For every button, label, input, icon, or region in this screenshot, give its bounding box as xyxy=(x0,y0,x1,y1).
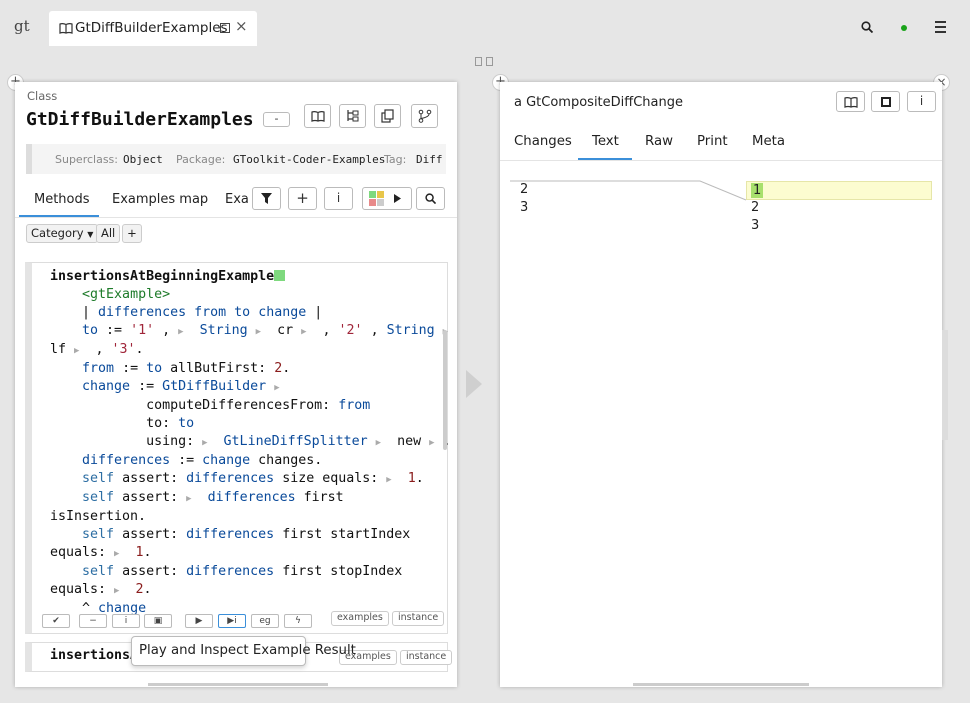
pragma: <gtExample> xyxy=(82,287,171,302)
hierarchy-button[interactable] xyxy=(339,104,366,128)
clipboard-icon: ▣ xyxy=(153,616,163,626)
right-edge-handle[interactable] xyxy=(942,330,948,440)
diff-left-line: 2 xyxy=(520,182,529,197)
play-inspect-icon: ▶i xyxy=(227,616,237,626)
inspector-info-button[interactable]: i xyxy=(907,91,936,112)
run-examples-button[interactable] xyxy=(362,187,412,210)
examples-status-icon xyxy=(369,191,401,206)
tab-meta[interactable]: Meta xyxy=(752,134,785,149)
gt-logo[interactable]: gt xyxy=(14,17,30,35)
info-button[interactable]: i xyxy=(324,187,353,210)
example-status-icon xyxy=(274,270,286,281)
method-selector: insertionsAtBeginningExample xyxy=(50,269,275,284)
discard-button[interactable]: − xyxy=(79,614,107,628)
inspector-title: a GtCompositeDiffChange xyxy=(514,95,683,110)
method-selector-2: insertionsA xyxy=(50,648,139,663)
diff-left-line: 3 xyxy=(520,200,529,215)
tab-methods[interactable]: Methods xyxy=(34,192,90,207)
search-icon xyxy=(425,193,437,205)
hierarchy-icon xyxy=(346,110,358,122)
tab-examples-map[interactable]: Examples map xyxy=(112,192,208,207)
book-icon xyxy=(310,111,325,122)
dropdown-arrow-icon: ▼ xyxy=(87,230,94,239)
tag-key: Tag: xyxy=(384,153,407,166)
left-horizontal-scrollbar[interactable] xyxy=(148,683,328,686)
tag-value[interactable]: Diff xyxy=(416,153,443,166)
tab-text[interactable]: Text xyxy=(592,134,619,149)
book-icon xyxy=(843,97,858,108)
hamburger-menu-icon[interactable] xyxy=(935,21,946,33)
category-label: Category xyxy=(31,226,84,240)
tab-examples[interactable]: Exa xyxy=(225,192,251,207)
play-inspect-button[interactable]: ▶i xyxy=(218,614,246,628)
lightning-icon: ϟ xyxy=(295,616,301,626)
book-icon xyxy=(59,23,73,34)
diff-inserted-line: 1 xyxy=(746,181,932,200)
close-icon[interactable]: × xyxy=(235,17,248,35)
copy-button[interactable] xyxy=(374,104,401,128)
category-dropdown[interactable]: Category ▼ xyxy=(26,224,99,243)
clipboard-button[interactable]: ▣ xyxy=(144,614,172,628)
method-source[interactable]: insertionsAtBeginningExample <gtExample>… xyxy=(50,268,451,618)
git-button[interactable] xyxy=(411,104,438,128)
tab-print[interactable]: Print xyxy=(697,134,728,149)
instance-button[interactable]: instance xyxy=(392,611,445,626)
top-bar: gt GtDiffBuilderExamples × xyxy=(0,0,970,46)
filter-button[interactable] xyxy=(252,187,281,210)
collapse-button[interactable]: - xyxy=(263,112,290,127)
class-meta-row: Superclass: Object Package: GToolkit-Cod… xyxy=(26,144,446,174)
tab-raw[interactable]: Raw xyxy=(645,134,673,149)
inspector-maximize-button[interactable] xyxy=(871,91,900,112)
package-key: Package: xyxy=(176,153,226,166)
method-coder[interactable]: insertionsAtBeginningExample <gtExample>… xyxy=(25,262,451,634)
diff-connector xyxy=(510,180,747,201)
tab-divider xyxy=(15,217,457,218)
code-scrollbar[interactable] xyxy=(443,330,447,450)
tab-title: GtDiffBuilderExamples xyxy=(75,20,228,36)
method-filter-row: Category ▼ All + xyxy=(26,224,450,246)
instance-button-2[interactable]: instance xyxy=(400,650,453,665)
class-label: Class xyxy=(27,89,58,103)
inspector-pane: a GtCompositeDiffChange i Changes Text R… xyxy=(500,82,942,687)
class-name[interactable]: GtDiffBuilderExamples xyxy=(26,109,254,130)
play-example-button[interactable]: ▶ xyxy=(185,614,213,628)
square-icon xyxy=(880,97,891,107)
copy-icon xyxy=(380,109,394,123)
inspector-docs-button[interactable] xyxy=(836,91,865,112)
add-method-button[interactable]: + xyxy=(288,187,317,210)
accept-button[interactable]: ✔ xyxy=(42,614,70,628)
search-icon[interactable] xyxy=(861,21,873,33)
diff-right-line: 3 xyxy=(751,218,760,233)
eg-button[interactable]: eg xyxy=(251,614,279,628)
play-icon: ▶ xyxy=(195,616,203,626)
maximize-icon[interactable] xyxy=(220,23,230,33)
tab-gtdiffbuilderexamples[interactable]: GtDiffBuilderExamples × xyxy=(49,11,257,46)
filter-icon xyxy=(261,193,272,204)
tab-divider xyxy=(500,160,942,161)
examples-button[interactable]: examples xyxy=(331,611,389,626)
class-coder-pane: Class GtDiffBuilderExamples - Superclass… xyxy=(15,82,457,687)
pane-resize-handles[interactable] xyxy=(475,55,497,70)
status-dot-icon xyxy=(901,25,907,31)
add-filter-button[interactable]: + xyxy=(122,224,142,243)
all-filter-chip[interactable]: All xyxy=(96,224,121,243)
diff-insertion-mark: 1 xyxy=(751,183,764,198)
method-info-button[interactable]: i xyxy=(112,614,140,628)
package-value[interactable]: GToolkit-Coder-Examples xyxy=(233,153,385,166)
tooltip: Play and Inspect Example Result xyxy=(131,636,356,666)
superclass-key: Superclass: xyxy=(55,153,118,166)
right-horizontal-scrollbar[interactable] xyxy=(633,683,809,686)
pane-arrow-icon xyxy=(466,370,482,398)
superclass-value[interactable]: Object xyxy=(123,153,163,166)
git-branch-icon xyxy=(418,109,431,123)
documentation-button[interactable] xyxy=(304,104,331,128)
method-toolbar: ✔ − i ▣ ▶ ▶i eg ϟ examples instance xyxy=(42,611,447,632)
diff-right-line: 2 xyxy=(751,200,760,215)
debug-button[interactable]: ϟ xyxy=(284,614,312,628)
search-methods-button[interactable] xyxy=(416,187,445,210)
tab-changes[interactable]: Changes xyxy=(514,134,572,149)
